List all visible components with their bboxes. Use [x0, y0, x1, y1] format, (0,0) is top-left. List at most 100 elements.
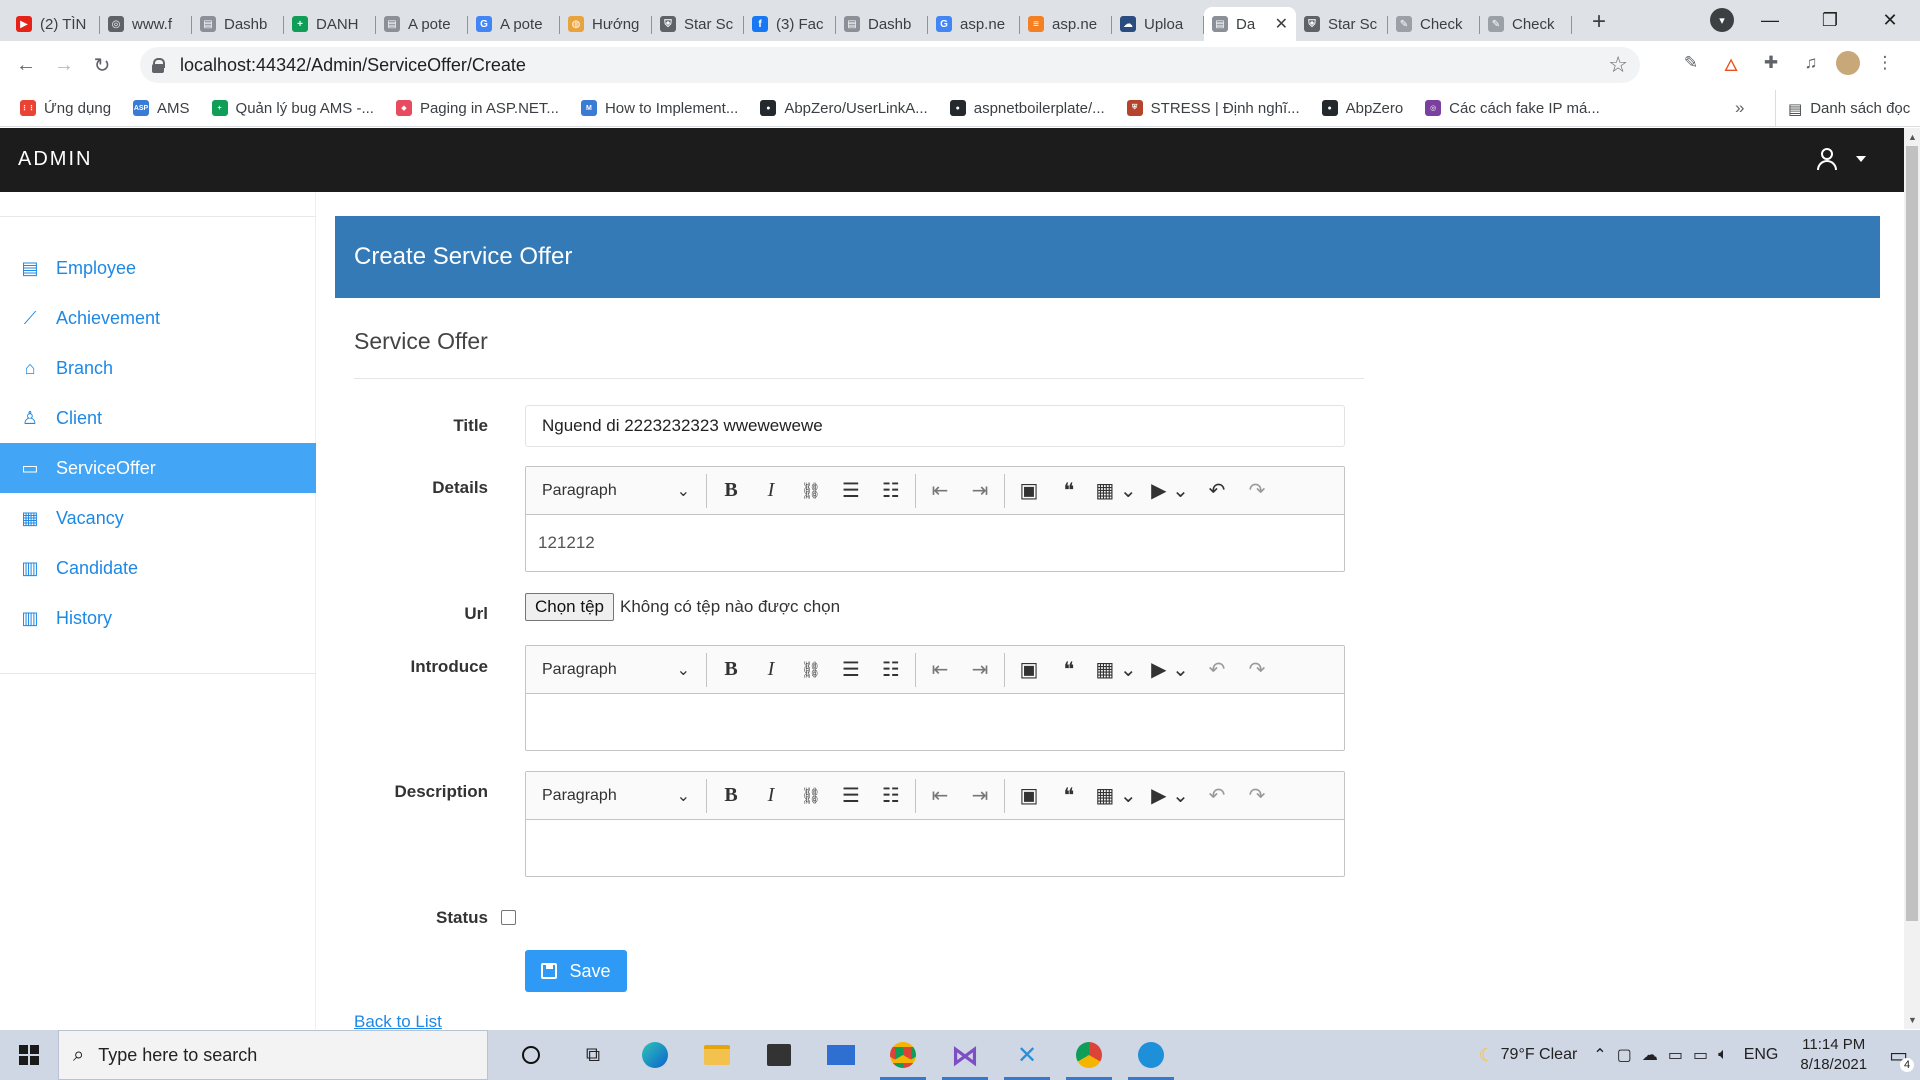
user-menu-button[interactable] — [1816, 148, 1866, 170]
sidebar-item-employee[interactable]: ▤ Employee — [0, 243, 316, 293]
media-embed-icon[interactable]: ▶ ⌄ — [1143, 474, 1197, 508]
outdent-icon[interactable]: ⇤ — [920, 653, 960, 687]
outdent-icon[interactable]: ⇤ — [920, 474, 960, 508]
browser-tab[interactable]: ◎ www.f — [100, 7, 192, 41]
file-explorer-icon[interactable] — [686, 1030, 748, 1080]
browser-tab[interactable]: ≡ asp.ne — [1020, 7, 1112, 41]
browser-tab[interactable]: Gasp.ne — [928, 7, 1020, 41]
introduce-editor-body[interactable] — [526, 694, 1344, 750]
bookmark-item[interactable]: ◆ Paging in ASP.NET... — [395, 100, 559, 117]
redo-icon[interactable]: ↷ — [1237, 474, 1277, 508]
chevron-up-icon[interactable]: ⌃ — [1593, 1045, 1606, 1065]
minimize-button[interactable]: — — [1740, 10, 1800, 31]
mail-icon[interactable] — [810, 1030, 872, 1080]
sidebar-item-vacancy[interactable]: ▦ Vacancy — [0, 493, 316, 543]
chrome-icon[interactable] — [872, 1030, 934, 1080]
sidebar-item-client[interactable]: ♙ Client — [0, 393, 316, 443]
bookmark-item[interactable]: ASP AMS — [133, 100, 190, 117]
close-tab-icon[interactable]: ✕ — [1275, 14, 1288, 34]
details-editor-body[interactable]: 121212 — [526, 515, 1344, 571]
outdent-icon[interactable]: ⇤ — [920, 779, 960, 813]
browser-tab[interactable]: G A pote — [468, 7, 560, 41]
numbered-list-icon[interactable]: ☷ — [871, 779, 911, 813]
skype-icon[interactable] — [1120, 1030, 1182, 1080]
browser-tab[interactable]: ☁ Uploa — [1112, 7, 1204, 41]
image-icon[interactable]: ▣ — [1009, 474, 1049, 508]
taskbar-search[interactable]: ⌕ Type here to search — [58, 1030, 488, 1080]
close-window-button[interactable]: ✕ — [1860, 10, 1920, 31]
reload-icon[interactable]: ↻ — [86, 50, 118, 82]
link-icon[interactable]: ⛓ — [791, 474, 831, 508]
numbered-list-icon[interactable]: ☷ — [871, 653, 911, 687]
bookmark-item[interactable]: M How to Implement... — [580, 100, 738, 117]
network-icon[interactable]: ▭ — [1693, 1045, 1708, 1065]
device-icon[interactable]: ▢ — [1617, 1045, 1632, 1065]
description-editor-body[interactable] — [526, 820, 1344, 876]
profile-avatar[interactable] — [1836, 51, 1860, 75]
browser-tab[interactable]: ⛨ Star Sc — [652, 7, 744, 41]
table-icon[interactable]: ▦ ⌄ — [1089, 779, 1143, 813]
undo-icon[interactable]: ↶ — [1197, 653, 1237, 687]
start-button[interactable] — [0, 1030, 58, 1080]
puzzle-icon[interactable]: ✚ — [1756, 48, 1786, 78]
numbered-list-icon[interactable]: ☷ — [871, 474, 911, 508]
media-embed-icon[interactable]: ▶ ⌄ — [1143, 779, 1197, 813]
back-icon[interactable]: ← — [10, 50, 42, 82]
save-button[interactable]: Save — [525, 950, 627, 992]
browser-tab[interactable]: f (3) Fac — [744, 7, 836, 41]
indent-icon[interactable]: ⇥ — [960, 779, 1000, 813]
reading-list-button[interactable]: ▤ Danh sách đọc — [1775, 90, 1910, 127]
table-icon[interactable]: ▦ ⌄ — [1089, 474, 1143, 508]
edge-icon[interactable] — [624, 1030, 686, 1080]
undo-icon[interactable]: ↶ — [1197, 779, 1237, 813]
bookmark-item[interactable]: ⋮⋮ Ứng dụng — [20, 100, 111, 117]
title-input[interactable]: Nguend di 2223232323 wwewewewe — [525, 405, 1345, 447]
choose-file-button[interactable]: Chọn tệp — [525, 593, 614, 621]
bulleted-list-icon[interactable]: ☰ — [831, 653, 871, 687]
sidebar-item-branch[interactable]: ⌂ Branch — [0, 343, 316, 393]
italic-icon[interactable]: I — [751, 653, 791, 687]
bookmark-star-icon[interactable]: ☆ — [1608, 52, 1628, 78]
bookmark-item[interactable]: ● AbpZero — [1321, 100, 1403, 117]
bold-icon[interactable]: B — [711, 779, 751, 813]
browser-tab[interactable]: ⛨ Star Sc — [1296, 7, 1388, 41]
cortana-icon[interactable] — [500, 1030, 562, 1080]
link-icon[interactable]: ⛓ — [791, 653, 831, 687]
sidebar-item-serviceoffer[interactable]: ▭ ServiceOffer — [0, 443, 316, 493]
blockquote-icon[interactable]: ❝ — [1049, 779, 1089, 813]
italic-icon[interactable]: I — [751, 779, 791, 813]
xampp-icon[interactable]: ✕ — [996, 1030, 1058, 1080]
table-icon[interactable]: ▦ ⌄ — [1089, 653, 1143, 687]
redo-icon[interactable]: ↷ — [1237, 779, 1277, 813]
back-to-list-link[interactable]: Back to List — [354, 1012, 442, 1032]
browser-tab[interactable]: ▤ Da ✕ — [1204, 7, 1296, 41]
chrome-profile-icon[interactable] — [1058, 1030, 1120, 1080]
blockquote-icon[interactable]: ❝ — [1049, 474, 1089, 508]
menu-dots-icon[interactable]: ⋮ — [1870, 48, 1900, 78]
weather-widget[interactable]: ☾ 79°F Clear — [1479, 1045, 1578, 1066]
media-control-icon[interactable]: ♫ — [1796, 48, 1826, 78]
restore-button[interactable]: ❐ — [1800, 10, 1860, 31]
link-icon[interactable]: ⛓ — [791, 779, 831, 813]
paragraph-dropdown[interactable]: Paragraph ⌄ — [530, 653, 702, 687]
notification-center[interactable]: ▭ 4 — [1889, 1043, 1914, 1072]
image-icon[interactable]: ▣ — [1009, 779, 1049, 813]
bookmark-item[interactable]: + Quản lý bug AMS -... — [211, 100, 374, 117]
bulleted-list-icon[interactable]: ☰ — [831, 779, 871, 813]
battery-icon[interactable]: ▭ — [1668, 1045, 1683, 1065]
store-icon[interactable] — [748, 1030, 810, 1080]
browser-tab[interactable]: ◍ Hướng — [560, 7, 652, 41]
visual-studio-icon[interactable]: ⋈ — [934, 1030, 996, 1080]
bulleted-list-icon[interactable]: ☰ — [831, 474, 871, 508]
bookmark-item[interactable]: ⛨ STRESS | Định nghĩ... — [1126, 100, 1300, 117]
scroll-up-arrow[interactable]: ▲ — [1908, 132, 1917, 142]
onedrive-icon[interactable]: ☁ — [1642, 1045, 1658, 1065]
sidebar-item-candidate[interactable]: ▥ Candidate — [0, 543, 316, 593]
volume-icon[interactable]: 🔈︎ — [1718, 1046, 1728, 1064]
tab-search-icon[interactable]: ▾ — [1710, 8, 1734, 32]
browser-tab[interactable]: + DANH — [284, 7, 376, 41]
redo-icon[interactable]: ↷ — [1237, 653, 1277, 687]
image-icon[interactable]: ▣ — [1009, 653, 1049, 687]
media-embed-icon[interactable]: ▶ ⌄ — [1143, 653, 1197, 687]
page-scrollbar[interactable]: ▲ ▼ — [1904, 128, 1920, 1029]
